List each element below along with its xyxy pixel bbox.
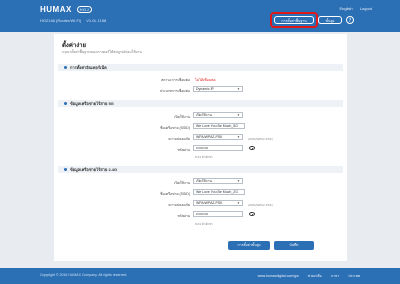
wifi5-section-header: ข้อมูลเครือข่ายไร้สาย 5G [58, 100, 343, 107]
logout-link[interactable]: Logout [360, 6, 372, 11]
wifi5-security-hint: (WPA/WPA2-PSK) [248, 137, 273, 141]
eye-icon[interactable] [249, 212, 255, 216]
connection-type-select[interactable]: Dynamic IP ▼ [193, 86, 243, 92]
humax-logo[interactable]: HUMAX HGJ [40, 5, 93, 14]
wifi5-ssid-input[interactable]: We Love You Be Much_5G [193, 123, 245, 129]
advanced-settings-button[interactable]: การตั้งค่าขั้นสูง [228, 241, 270, 250]
language-link[interactable]: English [340, 6, 353, 11]
wifi-icon [64, 102, 67, 106]
top-header: HUMAX HGJ HG2146 (Router/Wi-Fi) V1.0L 11… [0, 0, 400, 32]
chevron-down-icon: ▼ [237, 179, 240, 183]
wifi24-enable-select[interactable]: เปิดใช้งาน ▼ [193, 178, 243, 184]
footer-link-language[interactable]: ภาษา [331, 274, 340, 278]
connection-status-label: สถานะการเชื่อมต่อ [161, 78, 190, 82]
copyright-text: Copyright © 2016 HUMAX Company. All righ… [40, 273, 128, 277]
wifi24-password-label: รหัสผ่าน [177, 214, 190, 218]
save-button[interactable]: บันทึก [274, 241, 314, 250]
page-subtitle: กรุณาตั้งค่าพื้นฐานของเราเตอร์ให้สมบูรณ์… [62, 50, 142, 54]
advanced-button[interactable]: ขั้นสูง [318, 16, 342, 24]
wifi5-security-select[interactable]: WPA/WPA2-PSK ▼ [193, 134, 243, 140]
wifi5-enable-select[interactable]: เปิดใช้งาน ▼ [193, 112, 243, 118]
wifi24-security-select[interactable]: WPA/WPA2-PSK ▼ [193, 200, 243, 206]
wifi24-section-header: ข้อมูลเครือข่ายไร้สาย 2.4G [58, 166, 343, 173]
chevron-down-icon: ▼ [237, 113, 240, 117]
model-info: HG2146 (Router/Wi-Fi) V1.0L 1158 [40, 18, 110, 23]
wifi5-ssid-label: ชื่อเครือข่าย (SSID) [160, 126, 190, 130]
footer-link-website[interactable]: www.humaxdigital.com/gw [258, 274, 299, 278]
wifi24-ssid-label: ชื่อเครือข่าย (SSID) [160, 192, 190, 196]
footer-links: www.humaxdigital.com/gw ช่วยเหลือ ภาษา ป… [250, 273, 360, 279]
model-name: HG2146 (Router/Wi-Fi) [40, 18, 82, 23]
footer-link-country[interactable]: ประเทศ [348, 274, 360, 278]
chevron-down-icon: ▼ [237, 87, 240, 91]
connection-status-value: ไม่ได้เชื่อมต่อ [195, 78, 216, 82]
connection-type-label: ประเภทการเชื่อมต่อ [159, 89, 190, 93]
firmware-version: V1.0L 1158 [86, 18, 107, 23]
wifi24-password-input[interactable]: •••••••••• [193, 211, 243, 217]
chevron-down-icon: ▼ [237, 201, 240, 205]
eye-icon[interactable] [249, 146, 255, 150]
brand-tag: HGJ [76, 6, 93, 14]
internet-section-title: การตั้งค่าอินเทอร์เน็ต [70, 65, 107, 70]
wifi24-section-title: ข้อมูลเครือข่ายไร้สาย 2.4G [70, 167, 118, 172]
wifi5-section-title: ข้อมูลเครือข่ายไร้สาย 5G [70, 101, 114, 106]
top-links: English Logout [334, 6, 372, 11]
help-icon[interactable]: ? [346, 16, 354, 24]
wifi5-enable-label: เปิดใช้งาน [174, 115, 190, 119]
chevron-down-icon: ▼ [237, 135, 240, 139]
footer: Copyright © 2016 HUMAX Company. All righ… [0, 268, 400, 284]
internet-section-header: การตั้งค่าอินเทอร์เน็ต [58, 64, 343, 71]
wifi5-password-input[interactable]: •••••••••• [193, 145, 243, 151]
wifi5-password-label: รหัสผ่าน [177, 148, 190, 152]
wifi5-security-label: ความปลอดภัย [168, 137, 190, 141]
wifi5-password-hint: 8-63 ตัวอักษร [195, 155, 213, 159]
highlight-box [270, 12, 318, 28]
wifi24-security-label: ความปลอดภัย [168, 203, 190, 207]
brand-text: HUMAX [40, 5, 72, 14]
wifi24-enable-label: เปิดใช้งาน [174, 181, 190, 185]
wifi24-password-hint: 8-63 ตัวอักษร [195, 222, 213, 226]
wifi-icon [64, 168, 67, 172]
footer-link-help[interactable]: ช่วยเหลือ [308, 274, 322, 278]
bullet-icon [64, 66, 67, 70]
wifi24-ssid-input[interactable]: We Love You Be Much_2G [193, 189, 245, 195]
wifi24-security-hint: (WPA/WPA2-PSK) [248, 203, 273, 207]
